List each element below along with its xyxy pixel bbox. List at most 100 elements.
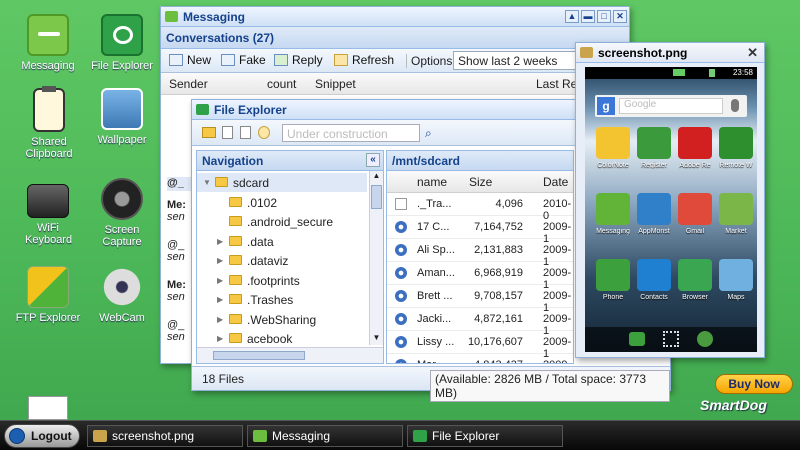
taskbar: Logout screenshot.png Messaging File Exp… [0,420,800,450]
desktop-icon-screen-capture[interactable]: Screen Capture [86,178,158,248]
taskbar-item-file-explorer[interactable]: File Explorer [407,425,563,447]
collapsed-arrow-icon[interactable]: ▶ [217,315,223,324]
messaging-titlebar[interactable]: Messaging ▲ ▬ □ ✕ [161,7,629,27]
navigation-title: Navigation [202,154,264,168]
window-up-button[interactable]: ▲ [565,10,579,23]
file-explorer-title: File Explorer [214,103,287,117]
window-maximize-button[interactable]: □ [597,10,611,23]
tree-item-root[interactable]: ▼ sdcard [197,173,367,192]
message-row[interactable]: Me: sen [167,199,186,223]
file-row[interactable]: Mar... 4,843,437 2009-1 [387,354,573,363]
desktop-icon-label: Shared Clipboard [25,136,73,160]
column-sender[interactable]: Sender [169,77,208,91]
file-column-header: name Size Date [387,171,573,193]
tree-item[interactable]: ▶ acebook [197,329,367,345]
collapsed-arrow-icon[interactable]: ▶ [217,334,223,343]
tree-vscrollbar[interactable]: ▲ ▼ [369,171,383,345]
tree-item[interactable]: ▶ .dataviz [197,251,367,270]
collapsed-arrow-icon[interactable]: ▶ [217,295,223,304]
expanded-arrow-icon[interactable]: ▼ [203,178,211,187]
desktop-icon-messaging[interactable]: Messaging [12,14,84,72]
tree-item-label: .footprints [247,273,300,288]
battery-icon [709,69,715,77]
file-name: Aman... [417,267,455,279]
folder-icon [229,216,242,226]
new-file-icon[interactable] [222,126,233,139]
logout-button[interactable]: Logout [4,424,80,448]
power-icon [9,428,25,444]
file-row[interactable]: Ali Sp... 2,131,883 2009-1 [387,239,573,268]
screenshot-window[interactable]: screenshot.png ✕ 23:58 g Google ColorNot… [575,42,765,358]
tree-item-label: .dataviz [247,254,289,268]
folder-icon [229,333,242,343]
reply-button[interactable]: Reply [274,53,323,67]
column-date[interactable]: Date [543,175,568,189]
file-size: 9,708,157 [474,290,523,302]
storage-info: (Available: 2826 MB / Total space: 3773 … [430,370,670,402]
column-last[interactable]: Last Re [536,77,577,91]
column-name[interactable]: name [417,175,447,189]
desktop-icon-file-explorer[interactable]: File Explorer [86,14,158,72]
column-count[interactable]: count [267,77,296,91]
file-row[interactable]: 17 C... 7,164,752 2009-1 [387,216,573,245]
tree-item[interactable]: ▶ .WebSharing [197,310,367,329]
desktop-icon-webcam[interactable]: WebCam [86,266,158,324]
conversations-column-header: Sender count Snippet Last Re [161,73,629,95]
message-row[interactable]: @_ sen [167,239,185,263]
column-size[interactable]: Size [469,175,492,189]
smartdog-logo: SmartDog [700,397,767,413]
collapse-icon[interactable]: « [366,153,380,167]
tree-item[interactable]: ▶ .footprints [197,271,367,290]
tree-item[interactable]: ▶ .Trashes [197,290,367,309]
app-icon-contacts [637,259,671,291]
conversations-header: Conversations (27) [161,27,629,49]
refresh-button[interactable]: Refresh [334,53,394,67]
fake-button[interactable]: Fake [221,53,266,67]
refresh-icon[interactable] [258,126,270,139]
partial-desktop-icon[interactable] [28,396,68,420]
desktop-icon-wifi-keyboard[interactable]: WiFi Keyboard [12,178,84,246]
desktop-icon-wallpaper[interactable]: Wallpaper [86,88,158,146]
file-row[interactable]: Aman... 6,968,919 2009-1 [387,262,573,291]
audio-file-icon [395,359,407,363]
window-close-button[interactable]: ✕ [613,10,627,23]
audio-file-icon [395,336,407,348]
search-icon[interactable]: ⌕ [425,126,432,141]
taskbar-item-screenshot[interactable]: screenshot.png [87,425,243,447]
folder-icon [229,235,242,246]
collapsed-arrow-icon[interactable]: ▶ [217,276,223,285]
copy-icon[interactable] [240,126,251,139]
tree-item[interactable]: ▶ .data [197,232,367,251]
tree-item[interactable]: .0102 [197,193,367,212]
desktop-icon-ftp-explorer[interactable]: FTP Explorer [12,266,84,324]
file-list: ._Tra... 4,096 2010-0 17 C... 7,164,752 2009-… [387,193,573,363]
file-row[interactable]: Lissy ... 10,176,607 2009-1 [387,331,573,360]
screenshot-titlebar[interactable]: screenshot.png ✕ [576,43,764,63]
file-name: Lissy ... [417,336,455,348]
column-snippet[interactable]: Snippet [315,77,356,91]
new-button[interactable]: New [169,53,211,67]
tree-item-label: sdcard [233,176,270,190]
buy-now-button[interactable]: Buy Now [715,374,793,394]
file-size: 10,176,607 [467,336,523,348]
collapsed-arrow-icon[interactable]: ▶ [217,256,223,265]
file-row[interactable]: ._Tra... 4,096 2010-0 [387,193,573,222]
file-name: Ali Sp... [417,244,455,256]
window-minimize-button[interactable]: ▬ [581,10,595,23]
file-row[interactable]: Brett ... 9,708,157 2009-1 [387,285,573,314]
message-row[interactable]: Me: sen [167,279,186,303]
open-folder-icon[interactable] [202,127,216,138]
file-row[interactable]: Jacki... 4,872,161 2009-1 [387,308,573,337]
desktop-icon-shared-clipboard[interactable]: Shared Clipboard [12,86,86,160]
search-input[interactable]: Under construction [282,124,420,142]
audio-file-icon [395,290,407,302]
tree-hscrollbar[interactable] [197,347,383,363]
message-row[interactable]: @_ sen [167,319,185,343]
google-search-box: Google [619,98,723,114]
close-icon[interactable]: ✕ [747,43,758,63]
collapsed-arrow-icon[interactable]: ▶ [217,237,223,246]
desktop-icon-label: FTP Explorer [15,312,81,324]
tree-item[interactable]: .android_secure [197,212,367,231]
audio-file-icon [395,313,407,325]
taskbar-item-messaging[interactable]: Messaging [247,425,403,447]
